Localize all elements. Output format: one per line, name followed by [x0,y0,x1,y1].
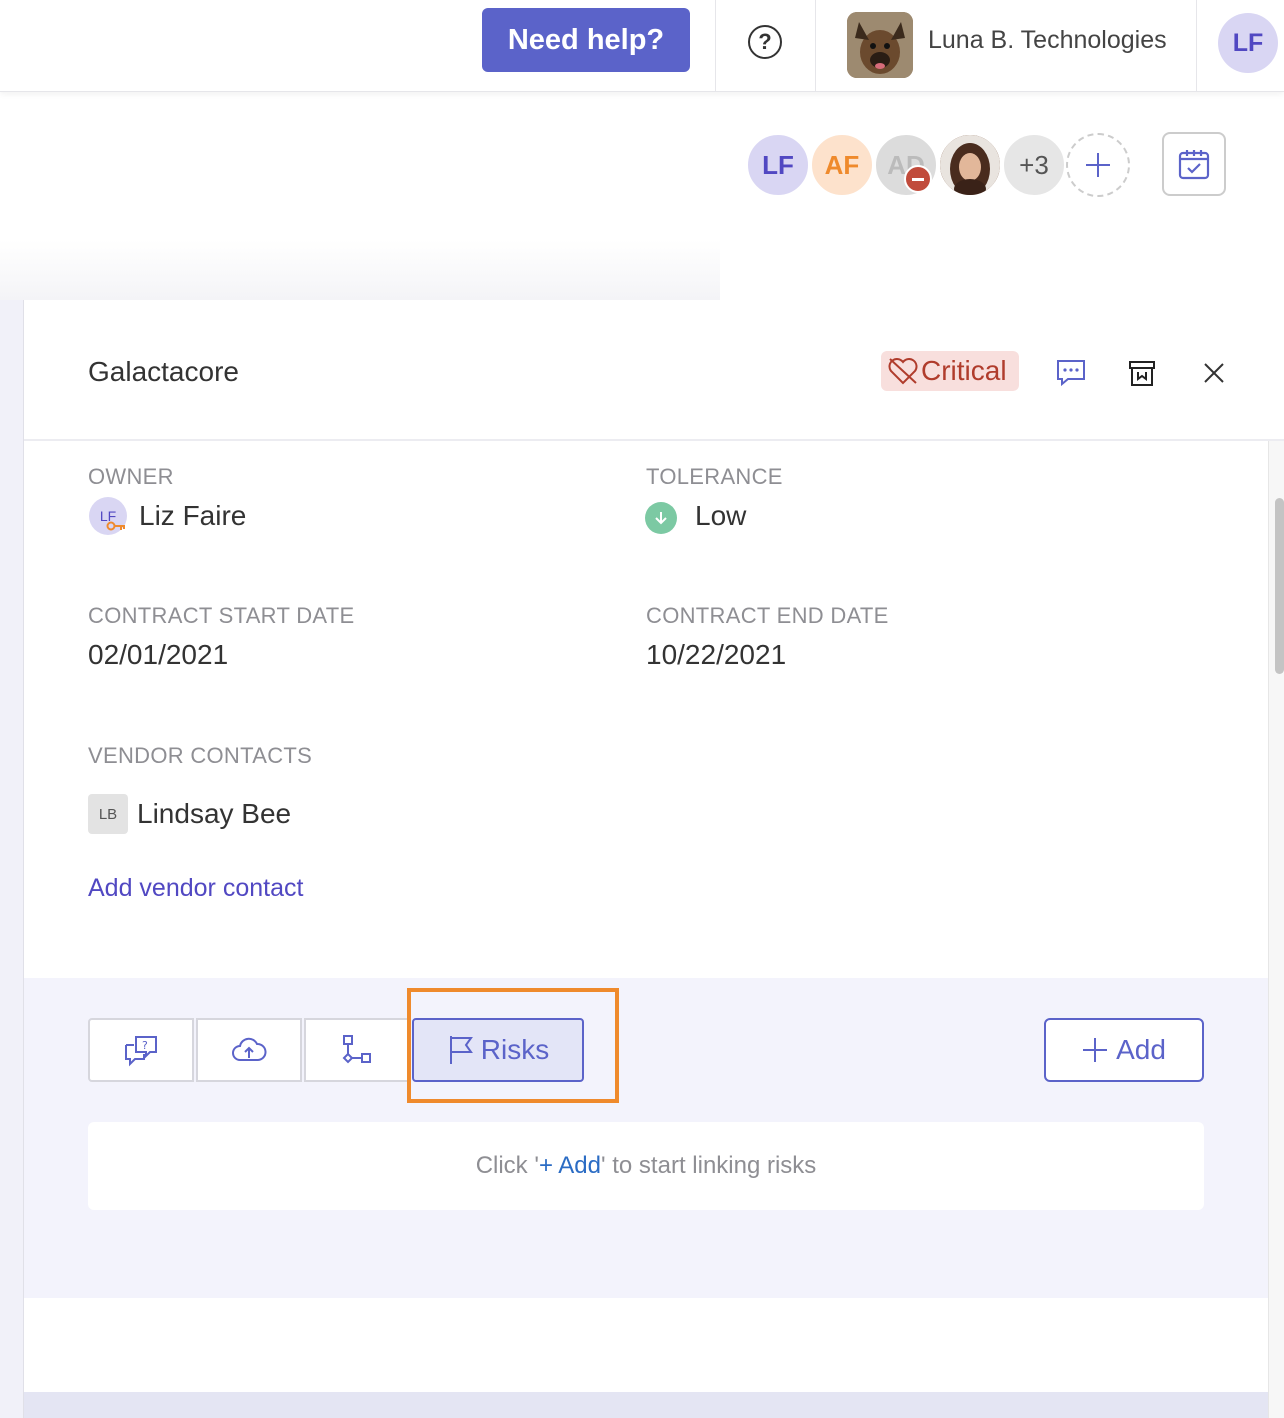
chat-bubble-icon [1057,360,1085,387]
broken-heart-icon [888,358,918,385]
vendor-name: Galactacore [88,356,239,387]
cloud-upload-icon [232,1037,267,1061]
empty-prefix: Click ' [475,1152,539,1179]
collaborator-photo-avatar[interactable] [938,133,1002,197]
vendor-contacts-label: VENDOR CONTACTS [88,743,313,768]
need-help-button[interactable]: Need help? [482,8,690,72]
empty-suffix: ' to start linking risks [601,1152,817,1179]
tab-uploads[interactable] [196,1018,302,1082]
contract-end-label: CONTRACT END DATE [646,603,889,628]
add-collaborator-button[interactable] [1066,133,1130,197]
owner-value[interactable]: Liz Faire [139,500,246,532]
arrow-down-icon [645,502,677,534]
key-icon [106,521,125,531]
tab-risks-label: Risks [480,1034,550,1065]
collaborator-avatar[interactable]: LF [746,133,810,197]
calendar-button[interactable] [1162,132,1226,196]
tab-workflows[interactable] [304,1018,410,1082]
close-button[interactable] [1197,356,1231,390]
left-background-strip [0,300,24,1418]
tab-risks[interactable]: Risks [412,1018,584,1082]
more-collaborators-badge[interactable]: +3 [1002,133,1066,197]
empty-state-message: Click ' + Add ' to start linking risks [88,1122,1204,1210]
comments-button[interactable] [1054,356,1088,390]
scrollbar-thumb[interactable] [1275,498,1284,674]
calendar-check-icon [1178,150,1210,180]
minus-badge-icon [904,165,932,193]
tab-questions[interactable]: ? [88,1018,194,1082]
add-button-label: Add [1116,1034,1166,1065]
flag-icon [449,1036,473,1064]
criticality-badge[interactable]: Critical [881,351,1019,391]
collaborator-avatar[interactable]: AF [810,133,874,197]
tolerance-label: TOLERANCE [646,464,783,489]
tab-group: ? Risks [88,1018,586,1082]
contract-end-value[interactable]: 10/22/2021 [646,639,786,671]
chat-question-icon: ? [125,1036,157,1067]
archive-button[interactable] [1125,356,1159,390]
archive-icon [1129,361,1155,386]
contract-start-value[interactable]: 02/01/2021 [88,639,228,671]
contact-avatar: LB [88,794,128,834]
add-vendor-contact-link[interactable]: Add vendor contact [88,874,303,903]
contact-name[interactable]: Lindsay Bee [137,798,291,830]
divider [1196,0,1197,92]
flow-diagram-icon [342,1035,371,1064]
empty-add-link[interactable]: + Add [539,1152,601,1180]
criticality-label: Critical [921,355,1007,386]
question-circle-icon[interactable]: ? [748,25,782,59]
svg-text:?: ? [142,1039,148,1052]
panel-shadow [0,240,720,300]
add-risk-button[interactable]: Add [1044,1018,1204,1082]
tolerance-value[interactable]: Low [695,500,746,532]
plus-icon [1083,1038,1108,1062]
contract-start-label: CONTRACT START DATE [88,603,355,628]
org-avatar[interactable] [847,12,913,78]
org-name[interactable]: Luna B. Technologies [928,26,1167,55]
divider [815,0,816,92]
close-icon [1204,363,1224,383]
top-bar: Need help? ? Luna B. Technologies LF [0,0,1284,92]
divider [715,0,716,92]
vendor-panel-header: Galactacore Critical [24,300,1284,441]
user-avatar[interactable]: LF [1218,13,1278,73]
owner-label: OWNER [88,464,174,489]
plus-icon [1086,153,1110,177]
bottom-strip [24,1392,1268,1418]
